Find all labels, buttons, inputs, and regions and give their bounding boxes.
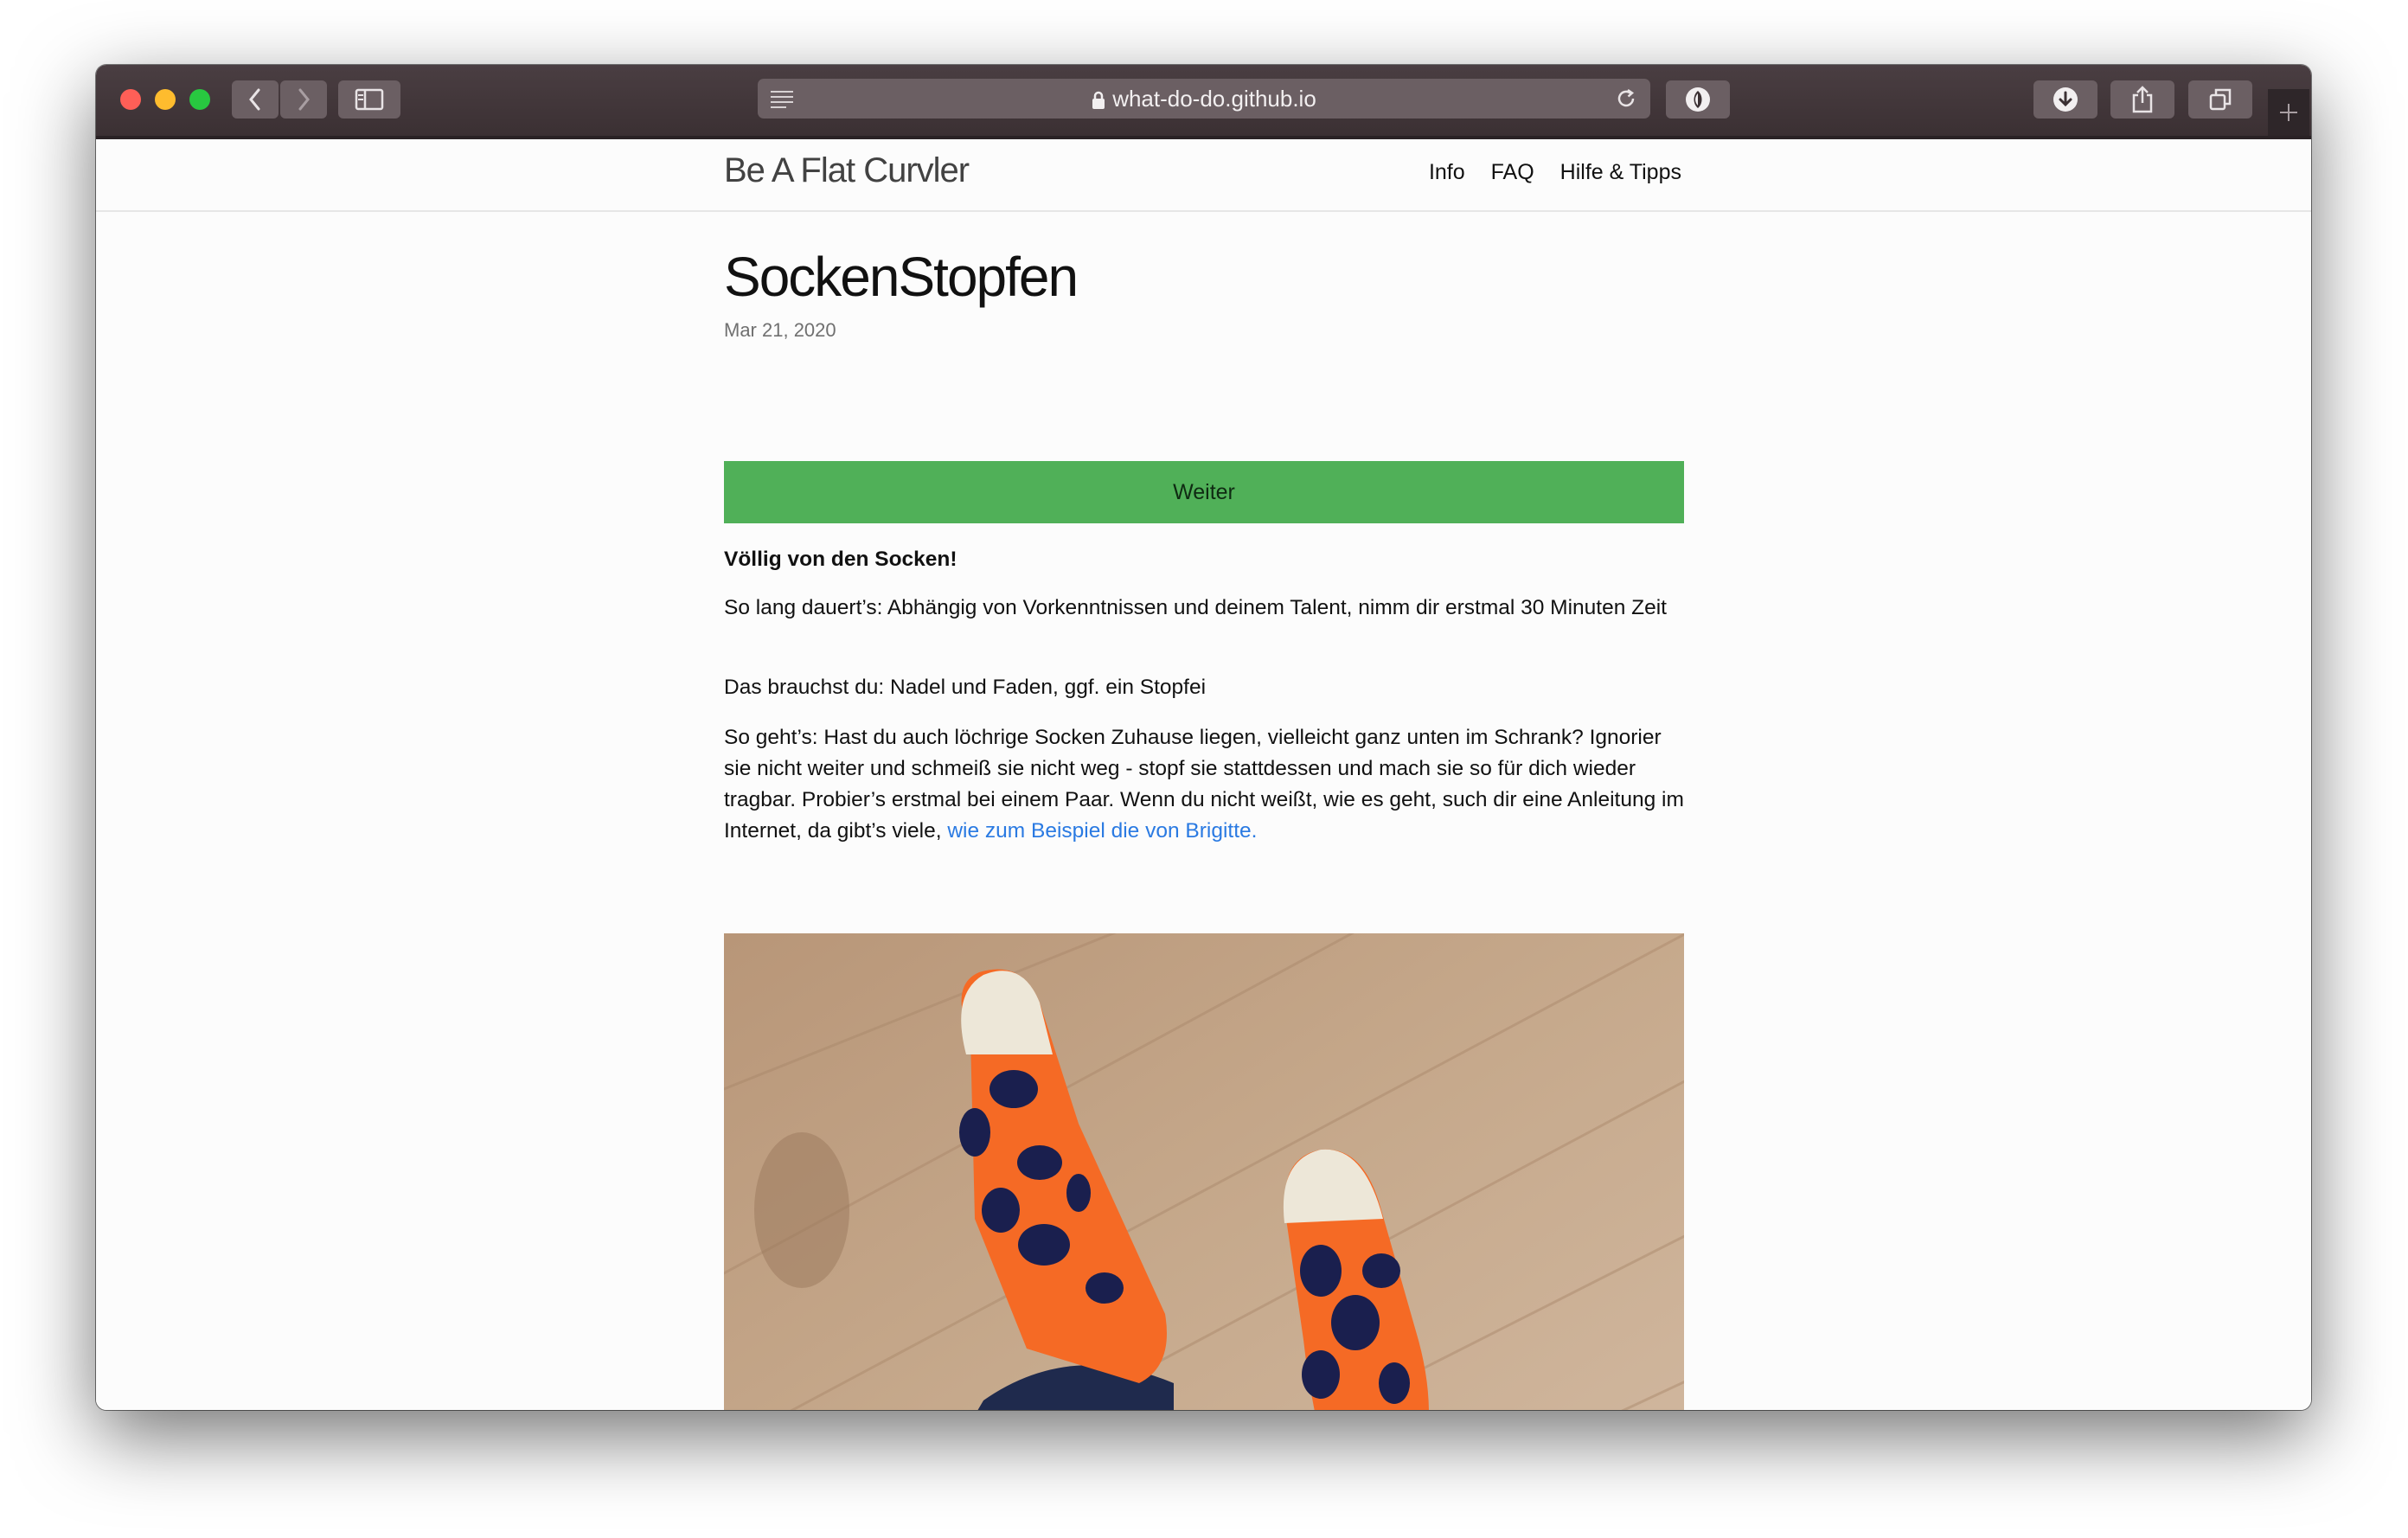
downloads-button[interactable] [2033,80,2097,119]
new-tab-button[interactable] [2268,89,2309,136]
new-tab-icon [2280,104,2297,121]
post-heading-text: Völlig von den Socken! [724,548,957,571]
site-header: Be A Flat Curvler Info FAQ Hilfe & Tipps [96,139,2311,212]
web-page: Be A Flat Curvler Info FAQ Hilfe & Tipps… [96,139,2311,1410]
forward-icon [298,88,310,111]
zoom-window-button[interactable] [189,89,210,110]
nav-item-hilfe-tipps[interactable]: Hilfe & Tipps [1560,160,1681,185]
post-date: Mar 21, 2020 [724,319,836,341]
site-nav: Info FAQ Hilfe & Tipps [1429,160,1681,185]
browser-window: what-do-do.github.io Be A Flat Curvler I… [96,65,2311,1410]
post-heading: Völlig von den Socken! [724,544,1684,575]
back-button[interactable] [232,80,279,119]
tabs-icon [2209,88,2232,111]
address-url: what-do-do.github.io [758,79,1650,119]
site-title[interactable]: Be A Flat Curvler [724,151,970,190]
reload-icon [1617,88,1635,107]
share-icon [2132,86,2153,113]
lock-icon [1092,91,1105,110]
sidebar-icon [355,88,384,111]
tab-overview-button[interactable] [2188,80,2252,119]
howto-paragraph: So geht’s: Hast du auch löchrige Socken … [724,722,1684,847]
post-title: SockenStopfen [724,246,1079,308]
back-icon [249,88,260,111]
close-window-button[interactable] [120,89,141,110]
materials-paragraph: Das brauchst du: Nadel und Faden, ggf. e… [724,676,1207,699]
share-button[interactable] [2110,80,2174,119]
nav-item-info[interactable]: Info [1429,160,1465,185]
weiter-button[interactable]: Weiter [724,461,1684,523]
socks-photo-image [724,933,1684,1410]
nav-item-faq[interactable]: FAQ [1491,160,1534,185]
minimize-window-button[interactable] [155,89,176,110]
address-bar[interactable]: what-do-do.github.io [758,79,1650,119]
browser-toolbar: what-do-do.github.io [96,65,2311,139]
extension-button[interactable] [1666,80,1730,119]
download-icon [2053,87,2078,112]
sidebar-button[interactable] [338,80,400,119]
brigitte-link[interactable]: wie zum Beispiel die von Brigitte. [947,819,1257,843]
duration-paragraph: So lang dauert’s: Abhängig von Vorkenntn… [724,596,1667,619]
forward-button[interactable] [280,80,327,119]
reload-button[interactable] [1609,84,1643,113]
url-text: what-do-do.github.io [1112,86,1316,112]
socks-photo [724,933,1684,1410]
extension-icon [1686,87,1710,112]
